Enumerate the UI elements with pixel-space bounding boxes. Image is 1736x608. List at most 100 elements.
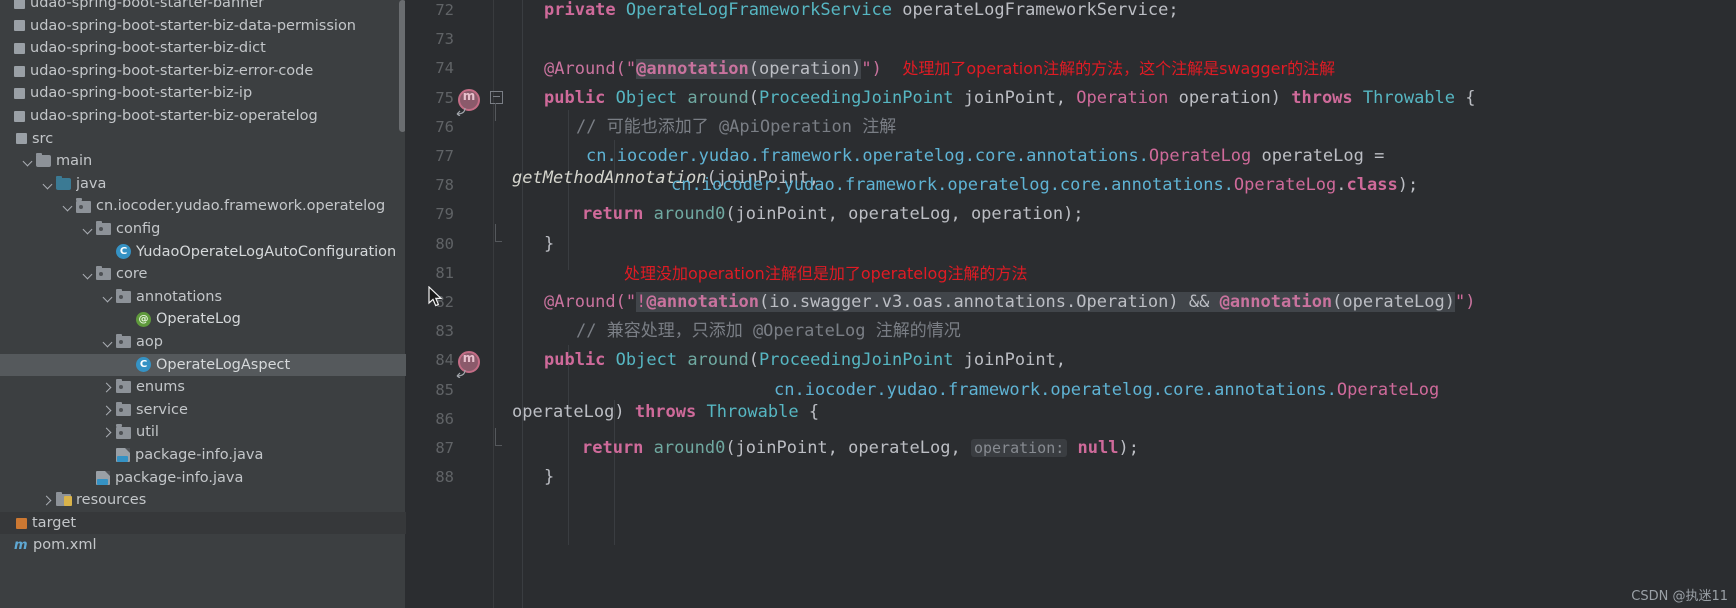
code-token: " <box>1455 292 1466 312</box>
java-file-icon <box>96 470 110 485</box>
code-line[interactable]: } <box>406 463 1736 492</box>
chevron-down-icon[interactable] <box>62 200 75 213</box>
code-line[interactable]: // 兼容处理，只添加 @OperateLog 注解的情况 <box>406 317 1736 346</box>
module-icon <box>14 20 25 32</box>
code-token: public <box>544 350 606 371</box>
tree-item-yudaooperatelogautoconfiguration[interactable]: C YudaoOperateLogAutoConfiguration <box>0 241 406 264</box>
code-token: Operation <box>1076 87 1169 108</box>
code-line[interactable]: } <box>406 230 1736 259</box>
code-line[interactable]: @Around("!@annotation(io.swagger.v3.oas.… <box>406 288 1736 317</box>
code-editor[interactable]: 7273747576777879808182838485868788privat… <box>406 0 1736 608</box>
line-number: 73 <box>435 30 454 49</box>
code-token: ( <box>748 87 759 108</box>
package-icon <box>96 265 111 281</box>
chevron-down-icon[interactable] <box>102 291 115 304</box>
code-line[interactable]: return around0(joinPoint, operateLog, op… <box>406 434 1736 463</box>
tree-item-annotations[interactable]: annotations <box>0 286 406 309</box>
tree-item-cn-iocoder-yudao-framework-operatelog[interactable]: cn.iocoder.yudao.framework.operatelog <box>0 195 406 218</box>
code-line[interactable]: // 可能也添加了 @ApiOperation 注解 <box>406 113 1736 142</box>
tree-item-operatelog[interactable]: @ OperateLog <box>0 308 406 331</box>
code-line[interactable]: public Object around(ProceedingJoinPoint… <box>406 346 1736 375</box>
module-icon <box>14 88 25 100</box>
code-line[interactable]: private OperateLogFrameworkService opera… <box>406 0 1736 25</box>
code-token: null <box>1077 438 1119 458</box>
tree-item-target[interactable]: target <box>0 511 406 535</box>
tree-item-util[interactable]: util <box>0 421 406 444</box>
code-line[interactable]: cn.iocoder.yudao.framework.operatelog.co… <box>406 171 1736 200</box>
tree-item-udao-spring-boot-starter-biz-error-code[interactable]: udao-spring-boot-starter-biz-error-code <box>0 60 406 83</box>
code-token: Throwable <box>1352 87 1456 108</box>
tree-item-udao-spring-boot-starter-biz-operatelog[interactable]: udao-spring-boot-starter-biz-operatelog <box>0 105 406 128</box>
tree-item-config[interactable]: config <box>0 218 406 241</box>
tree-item-udao-spring-boot-starter-biz-ip[interactable]: udao-spring-boot-starter-biz-ip <box>0 82 406 105</box>
code-token: cn.iocoder.yudao.framework.operatelog.co… <box>586 146 1149 166</box>
chevron-down-icon[interactable] <box>82 223 95 236</box>
tree-item-package-info-java[interactable]: package-info.java <box>0 467 406 490</box>
tree-item-udao-spring-boot-starter-biz-dict[interactable]: udao-spring-boot-starter-biz-dict <box>0 37 406 60</box>
tree-item-enums[interactable]: enums <box>0 376 406 399</box>
code-token: " <box>861 59 872 80</box>
tree-item-label: package-info.java <box>135 447 264 463</box>
tree-item-udao-spring-boot-starter-banner[interactable]: udao-spring-boot-starter-banner <box>0 0 406 15</box>
tree-item-label: YudaoOperateLogAutoConfiguration <box>136 243 397 260</box>
chevron-right-icon[interactable] <box>102 426 115 439</box>
chevron-down-icon[interactable] <box>102 336 115 349</box>
code-token: around0 <box>643 204 726 225</box>
tree-item-main[interactable]: main <box>0 150 406 173</box>
code-line[interactable]: return around0(joinPoint, operateLog, op… <box>406 200 1736 229</box>
code-line[interactable]: public Object around(ProceedingJoinPoint… <box>406 84 1736 113</box>
package-icon <box>116 378 131 394</box>
code-line[interactable]: @Around("@annotation(operation)") 处理加了op… <box>406 54 1736 83</box>
code-token: OperateLog <box>1148 146 1252 166</box>
chevron-right-icon[interactable] <box>102 381 115 394</box>
code-line-wrapped[interactable]: operateLog) throws Throwable { <box>406 398 1736 427</box>
chevron-down-icon[interactable] <box>22 155 35 168</box>
tree-item-service[interactable]: service <box>0 399 406 422</box>
tree-item-label: cn.iocoder.yudao.framework.operatelog <box>96 198 386 215</box>
tree-item-pom-xml[interactable]: m pom.xml <box>0 534 406 557</box>
tree-item-label: main <box>56 153 93 170</box>
project-tool-window[interactable]: udao-spring-boot-starter-banner udao-spri… <box>0 0 406 608</box>
code-token: operateLog = <box>1251 146 1385 166</box>
ide-window: udao-spring-boot-starter-banner udao-spri… <box>0 0 1736 608</box>
code-token: " <box>625 292 637 312</box>
tree-item-java[interactable]: java <box>0 173 406 196</box>
tree-item-operatelogaspect[interactable]: C OperateLogAspect <box>0 353 406 377</box>
tree-item-udao-spring-boot-starter-biz-data-permission[interactable]: udao-spring-boot-starter-biz-data-permis… <box>0 15 406 38</box>
code-token: (operation) <box>748 59 862 80</box>
tree-item-core[interactable]: core <box>0 263 406 286</box>
tree-item-label: target <box>32 514 77 531</box>
code-token: // 兼容处理，只添加 @OperateLog 注解的情况 <box>576 321 961 342</box>
code-token: cn.iocoder.yudao.framework.operatelog.co… <box>671 175 1234 196</box>
tree-item-label: udao-spring-boot-starter-biz-error-code <box>30 62 314 79</box>
package-icon <box>76 198 91 213</box>
tree-item-label: annotations <box>136 288 223 305</box>
code-token: } <box>544 467 555 488</box>
chevron-down-icon[interactable] <box>82 268 95 281</box>
code-line[interactable]: 处理没加operation注解但是加了operatelog注解的方法 <box>406 259 1736 288</box>
chevron-right-icon[interactable] <box>42 494 55 507</box>
tree-item-package-info-java[interactable]: package-info.java <box>0 444 406 467</box>
tree-item-resources[interactable]: resources <box>0 489 406 512</box>
code-token: Object <box>605 87 688 108</box>
code-token: public <box>544 87 606 108</box>
tree-item-label: udao-spring-boot-starter-biz-dict <box>30 40 266 57</box>
code-token: } <box>544 233 555 254</box>
code-token: (joinPoint, operateLog, <box>725 438 971 458</box>
code-token: 处理加了operation注解的方法，这个注解是swagger的注解 <box>902 59 1336 79</box>
resources-folder-icon <box>56 491 72 507</box>
chevron-right-icon[interactable] <box>102 404 115 417</box>
code-content[interactable]: 7273747576777879808182838485868788privat… <box>406 0 1736 608</box>
tree-item-src[interactable]: src <box>0 128 406 151</box>
code-token: ProceedingJoinPoint <box>758 350 954 371</box>
code-token: joinPoint, <box>953 350 1067 371</box>
chevron-down-icon[interactable] <box>42 178 55 191</box>
tree-item-aop[interactable]: aop <box>0 331 406 354</box>
tree-item-label: udao-spring-boot-starter-biz-ip <box>30 85 253 102</box>
